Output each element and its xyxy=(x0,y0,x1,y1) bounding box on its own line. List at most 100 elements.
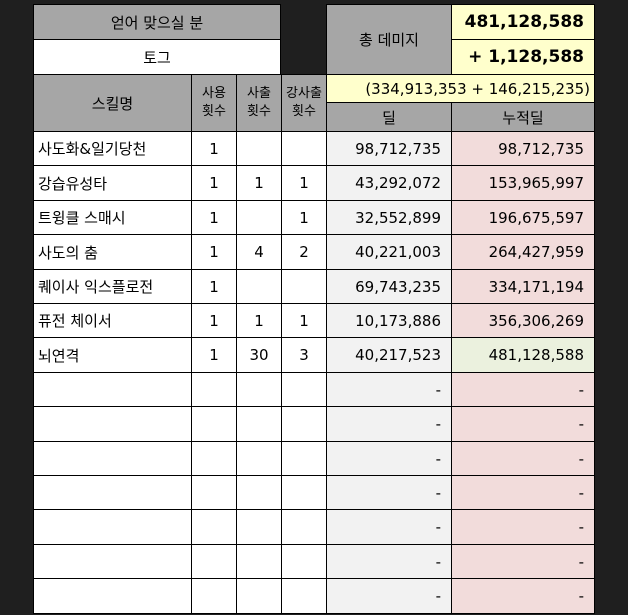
deal-cell[interactable]: 40,217,523 xyxy=(326,337,452,373)
use-count-text: 1 xyxy=(209,277,219,296)
skill-name-cell[interactable]: 트윙클 스매시 xyxy=(33,200,192,235)
strong-cast-count-cell[interactable]: 1 xyxy=(281,200,327,235)
skill-name-cell[interactable] xyxy=(33,406,192,442)
header-cumulative-deal[interactable]: 누적딜 xyxy=(451,102,595,132)
cast-count-cell[interactable] xyxy=(236,372,282,407)
strong-cast-count-cell[interactable]: 1 xyxy=(281,303,327,338)
deal-cell[interactable]: 69,743,235 xyxy=(326,269,452,304)
deal-cell[interactable]: - xyxy=(326,475,452,510)
use-count-cell[interactable] xyxy=(191,578,237,614)
cumulative-deal-cell[interactable]: - xyxy=(451,509,595,545)
cumulative-deal-text: - xyxy=(578,483,584,502)
damage-delta-cell[interactable]: + 1,128,588 xyxy=(451,39,595,75)
deal-cell[interactable]: - xyxy=(326,578,452,614)
cast-count-cell[interactable] xyxy=(236,509,282,545)
deal-cell[interactable]: - xyxy=(326,406,452,442)
header-cast-count[interactable]: 사출 횟수 xyxy=(236,74,282,132)
strong-cast-count-cell[interactable] xyxy=(281,578,327,614)
use-count-cell[interactable]: 1 xyxy=(191,200,237,235)
header-deal[interactable]: 딜 xyxy=(326,102,452,132)
skill-name-cell[interactable] xyxy=(33,509,192,545)
skill-name-cell[interactable]: 퀘이사 익스플로전 xyxy=(33,269,192,304)
cumulative-deal-cell[interactable]: - xyxy=(451,372,595,407)
cast-count-cell[interactable]: 4 xyxy=(236,234,282,270)
deal-cell[interactable]: 43,292,072 xyxy=(326,165,452,201)
cast-count-cell[interactable]: 1 xyxy=(236,303,282,338)
strong-cast-count-cell[interactable] xyxy=(281,131,327,166)
cumulative-deal-cell[interactable]: 98,712,735 xyxy=(451,131,595,166)
cumulative-deal-cell[interactable]: 481,128,588 xyxy=(451,337,595,373)
deal-cell[interactable]: - xyxy=(326,509,452,545)
use-count-cell[interactable] xyxy=(191,509,237,545)
header-use-count[interactable]: 사용 횟수 xyxy=(191,74,237,132)
strong-cast-count-cell[interactable] xyxy=(281,372,327,407)
skill-name-cell[interactable] xyxy=(33,578,192,614)
deal-cell[interactable]: 10,173,886 xyxy=(326,303,452,338)
use-count-cell[interactable] xyxy=(191,406,237,442)
deal-cell[interactable]: - xyxy=(326,441,452,476)
skill-name-cell[interactable]: 뇌연격 xyxy=(33,337,192,373)
damage-breakdown-cell[interactable]: (334,913,353 + 146,215,235) xyxy=(326,74,595,103)
target-title-cell[interactable]: 얻어 맞으실 분 xyxy=(33,4,281,40)
total-damage-label-cell[interactable]: 총 데미지 xyxy=(326,4,452,75)
use-count-cell[interactable]: 1 xyxy=(191,337,237,373)
strong-cast-count-cell[interactable]: 2 xyxy=(281,234,327,270)
strong-cast-count-cell[interactable] xyxy=(281,441,327,476)
strong-cast-count-cell[interactable]: 1 xyxy=(281,165,327,201)
cumulative-deal-cell[interactable]: - xyxy=(451,475,595,510)
deal-cell[interactable]: 32,552,899 xyxy=(326,200,452,235)
cast-count-text: 4 xyxy=(254,243,264,261)
use-count-cell[interactable]: 1 xyxy=(191,269,237,304)
deal-cell[interactable]: 40,221,003 xyxy=(326,234,452,270)
strong-cast-count-cell[interactable]: 3 xyxy=(281,337,327,373)
cast-count-cell[interactable]: 30 xyxy=(236,337,282,373)
cumulative-deal-cell[interactable]: - xyxy=(451,578,595,614)
cumulative-deal-cell[interactable]: 356,306,269 xyxy=(451,303,595,338)
cumulative-deal-cell[interactable]: - xyxy=(451,544,595,579)
cast-count-cell[interactable] xyxy=(236,578,282,614)
strong-cast-count-cell[interactable] xyxy=(281,475,327,510)
cast-count-cell[interactable] xyxy=(236,544,282,579)
cumulative-deal-cell[interactable]: 334,171,194 xyxy=(451,269,595,304)
cumulative-deal-cell[interactable]: 196,675,597 xyxy=(451,200,595,235)
skill-name-cell[interactable] xyxy=(33,372,192,407)
deal-cell[interactable]: 98,712,735 xyxy=(326,131,452,166)
skill-name-cell[interactable] xyxy=(33,544,192,579)
strong-cast-count-cell[interactable] xyxy=(281,544,327,579)
target-name-cell[interactable]: 토그 xyxy=(33,39,281,75)
use-count-cell[interactable]: 1 xyxy=(191,131,237,166)
use-count-cell[interactable] xyxy=(191,544,237,579)
strong-cast-count-cell[interactable] xyxy=(281,269,327,304)
deal-cell[interactable]: - xyxy=(326,372,452,407)
cumulative-deal-cell[interactable]: - xyxy=(451,406,595,442)
skill-name-cell[interactable]: 사도화&일기당천 xyxy=(33,131,192,166)
use-count-cell[interactable]: 1 xyxy=(191,165,237,201)
strong-cast-count-cell[interactable] xyxy=(281,509,327,545)
use-count-cell[interactable]: 1 xyxy=(191,303,237,338)
cast-count-cell[interactable] xyxy=(236,200,282,235)
strong-cast-count-cell[interactable] xyxy=(281,406,327,442)
cast-count-cell[interactable] xyxy=(236,269,282,304)
deal-cell[interactable]: - xyxy=(326,544,452,579)
cumulative-deal-cell[interactable]: - xyxy=(451,441,595,476)
cast-count-cell[interactable] xyxy=(236,441,282,476)
deal-text: 40,221,003 xyxy=(355,243,441,261)
header-strong-cast-count[interactable]: 강사출 횟수 xyxy=(281,74,327,132)
cast-count-cell[interactable] xyxy=(236,475,282,510)
cast-count-cell[interactable] xyxy=(236,406,282,442)
cast-count-cell[interactable]: 1 xyxy=(236,165,282,201)
skill-name-cell[interactable] xyxy=(33,475,192,510)
skill-name-cell[interactable] xyxy=(33,441,192,476)
skill-name-cell[interactable]: 강습유성타 xyxy=(33,165,192,201)
skill-name-cell[interactable]: 퓨전 체이서 xyxy=(33,303,192,338)
cumulative-deal-cell[interactable]: 153,965,997 xyxy=(451,165,595,201)
use-count-cell[interactable] xyxy=(191,475,237,510)
use-count-cell[interactable] xyxy=(191,441,237,476)
total-damage-value-cell[interactable]: 481,128,588 xyxy=(451,4,595,40)
cast-count-cell[interactable] xyxy=(236,131,282,166)
header-skill-name[interactable]: 스킬명 xyxy=(33,74,192,132)
skill-name-cell[interactable]: 사도의 춤 xyxy=(33,234,192,270)
cumulative-deal-cell[interactable]: 264,427,959 xyxy=(451,234,595,270)
use-count-cell[interactable]: 1 xyxy=(191,234,237,270)
use-count-cell[interactable] xyxy=(191,372,237,407)
